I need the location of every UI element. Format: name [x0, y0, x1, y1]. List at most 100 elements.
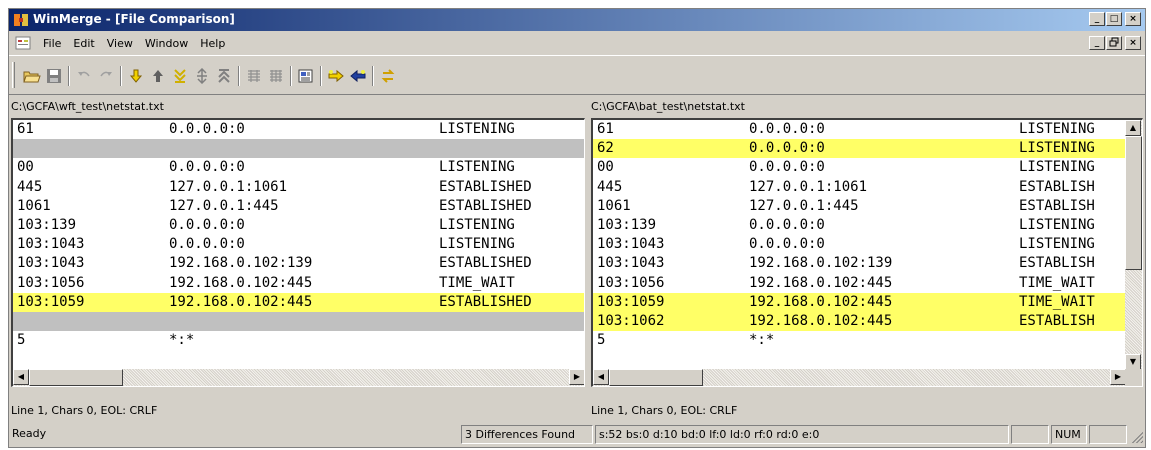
right-horizontal-scrollbar[interactable]: ◀ ▶: [593, 369, 1126, 386]
refresh-icon[interactable]: [377, 65, 399, 87]
port-column: 61: [597, 121, 614, 137]
resize-grip-icon[interactable]: [1129, 429, 1143, 443]
state-column: ESTABLISH: [1019, 255, 1095, 272]
copy-all-right-icon[interactable]: [243, 65, 265, 87]
menu-help[interactable]: Help: [194, 37, 231, 50]
port-column: 00: [597, 159, 614, 176]
text-line[interactable]: 5 *:*: [593, 331, 1125, 350]
vertical-scroll-thumb[interactable]: [1125, 136, 1142, 270]
right-lines: 61 0.0.0.0:0 LISTENING 62 0.0.0.0:0 LISTENING…: [593, 120, 1125, 350]
text-line[interactable]: 1061 127.0.0.1:445 ESTABLISHED: [13, 197, 584, 216]
document-icon[interactable]: [15, 36, 31, 50]
text-line[interactable]: 103:1043 0.0.0.0:0 LISTENING: [13, 235, 584, 254]
menu-bar: File Edit View Window Help _ ×: [9, 33, 1145, 53]
menu-edit[interactable]: Edit: [67, 37, 100, 50]
toolbar-separator: [238, 66, 240, 86]
text-line[interactable]: 103:139 0.0.0.0:0 LISTENING: [593, 216, 1125, 235]
diff-line[interactable]: 103:1059 192.168.0.102:445 ESTABLISHED: [13, 292, 584, 312]
first-diff-icon[interactable]: [213, 65, 235, 87]
text-line[interactable]: 1061 127.0.0.1:445 ESTABLISH: [593, 197, 1125, 216]
right-scroll-thumb[interactable]: [609, 369, 703, 386]
port-column: 103:1043: [597, 255, 665, 272]
address-column: 0.0.0.0:0: [749, 159, 825, 176]
undo-icon[interactable]: [73, 65, 95, 87]
address-column: 0.0.0.0:0: [749, 216, 825, 233]
copy-left-icon[interactable]: [347, 65, 369, 87]
close-button[interactable]: ×: [1125, 12, 1141, 26]
options-icon[interactable]: [295, 65, 317, 87]
copy-all-left-icon[interactable]: [265, 65, 287, 87]
diff-line[interactable]: 62 0.0.0.0:0 LISTENING: [593, 139, 1125, 159]
text-line[interactable]: 445 127.0.0.1:1061 ESTABLISHED: [13, 178, 584, 197]
maximize-button[interactable]: □: [1106, 12, 1122, 26]
left-file-pane[interactable]: 61 0.0.0.0:0 LISTENING 00 0.0.0.0:0 LISTENING…: [11, 118, 585, 387]
right-vertical-scrollbar[interactable]: ▲ ▼: [1125, 120, 1142, 370]
diff-line[interactable]: 103:1062 192.168.0.102:445 ESTABLISH: [593, 311, 1125, 332]
toolbar-separator: [372, 66, 374, 86]
diff-line[interactable]: 103:1059 192.168.0.102:445 TIME_WAIT: [593, 292, 1125, 312]
address-column: 0.0.0.0:0: [749, 236, 825, 253]
state-column: LISTENING: [1019, 236, 1095, 253]
mdi-minimize-button[interactable]: _: [1089, 36, 1105, 50]
mdi-restore-button[interactable]: [1106, 36, 1122, 50]
scroll-up-button[interactable]: ▲: [1125, 120, 1141, 136]
text-line[interactable]: 445 127.0.0.1:1061 ESTABLISH: [593, 178, 1125, 197]
port-column: 5: [597, 332, 606, 349]
toolbar: [9, 55, 1145, 95]
redo-icon[interactable]: [95, 65, 117, 87]
address-column: 0.0.0.0:0: [169, 121, 245, 137]
port-column: 445: [597, 178, 623, 195]
state-column: LISTENING: [439, 159, 515, 176]
address-column: 0.0.0.0:0: [169, 236, 245, 253]
next-diff-icon[interactable]: [125, 65, 147, 87]
text-line[interactable]: 103:139 0.0.0.0:0 LISTENING: [13, 216, 584, 235]
text-line[interactable]: 5 *:*: [13, 331, 584, 350]
prev-diff-icon[interactable]: [147, 65, 169, 87]
status-empty-cell-2: [1089, 425, 1127, 444]
menu-window[interactable]: Window: [139, 37, 194, 50]
text-line[interactable]: 00 0.0.0.0:0 LISTENING: [593, 158, 1125, 177]
port-column: 103:1062: [597, 312, 665, 329]
menu-file[interactable]: File: [37, 37, 67, 50]
left-scroll-thumb[interactable]: [29, 369, 123, 386]
address-column: 192.168.0.102:445: [749, 312, 893, 329]
scroll-left-button[interactable]: ◀: [593, 369, 609, 385]
scroll-right-button[interactable]: ▶: [1110, 369, 1126, 385]
text-line[interactable]: 103:1043 192.168.0.102:139 ESTABLISH: [593, 254, 1125, 273]
blank-placeholder-line[interactable]: [13, 139, 584, 159]
port-column: 00: [17, 159, 34, 176]
menu-view[interactable]: View: [101, 37, 139, 50]
text-line[interactable]: 103:1043 192.168.0.102:139 ESTABLISHED: [13, 254, 584, 273]
state-column: LISTENING: [1019, 216, 1095, 233]
text-line[interactable]: 103:1056 192.168.0.102:445 TIME_WAIT: [13, 274, 584, 293]
toolbar-grip[interactable]: [12, 62, 15, 88]
text-line[interactable]: 103:1056 192.168.0.102:445 TIME_WAIT: [593, 274, 1125, 293]
caption-buttons: _ □ ×: [1088, 12, 1141, 26]
state-column: ESTABLISH: [1019, 178, 1095, 195]
save-icon[interactable]: [43, 65, 65, 87]
text-line[interactable]: 103:1043 0.0.0.0:0 LISTENING: [593, 235, 1125, 254]
text-line[interactable]: 00 0.0.0.0:0 LISTENING: [13, 158, 584, 177]
scroll-down-button[interactable]: ▼: [1125, 354, 1141, 370]
address-column: 0.0.0.0:0: [749, 121, 825, 137]
open-folder-icon[interactable]: [21, 65, 43, 87]
port-column: 103:139: [17, 216, 77, 233]
state-column: TIME_WAIT: [1019, 293, 1095, 310]
title-bar[interactable]: WinMerge - [File Comparison] _ □ ×: [9, 9, 1145, 31]
minimize-button[interactable]: _: [1089, 12, 1105, 26]
blank-placeholder-line[interactable]: [13, 311, 584, 332]
address-column: 192.168.0.102:445: [169, 274, 313, 291]
text-line[interactable]: 61 0.0.0.0:0 LISTENING: [593, 120, 1125, 139]
address-column: 192.168.0.102:445: [749, 293, 893, 310]
scroll-right-button[interactable]: ▶: [569, 369, 584, 385]
last-diff-icon[interactable]: [169, 65, 191, 87]
right-pane-path: C:\GCFA\bat_test\netstat.txt: [591, 100, 745, 113]
scroll-left-button[interactable]: ◀: [13, 369, 29, 385]
copy-right-icon[interactable]: [325, 65, 347, 87]
current-diff-icon[interactable]: [191, 65, 213, 87]
text-line[interactable]: 61 0.0.0.0:0 LISTENING: [13, 120, 584, 139]
left-horizontal-scrollbar[interactable]: ◀ ▶: [13, 369, 584, 386]
mdi-close-button[interactable]: ×: [1125, 36, 1141, 50]
state-column: ESTABLISHED: [439, 178, 532, 195]
right-file-pane[interactable]: 61 0.0.0.0:0 LISTENING 62 0.0.0.0:0 LISTENING…: [591, 118, 1143, 387]
